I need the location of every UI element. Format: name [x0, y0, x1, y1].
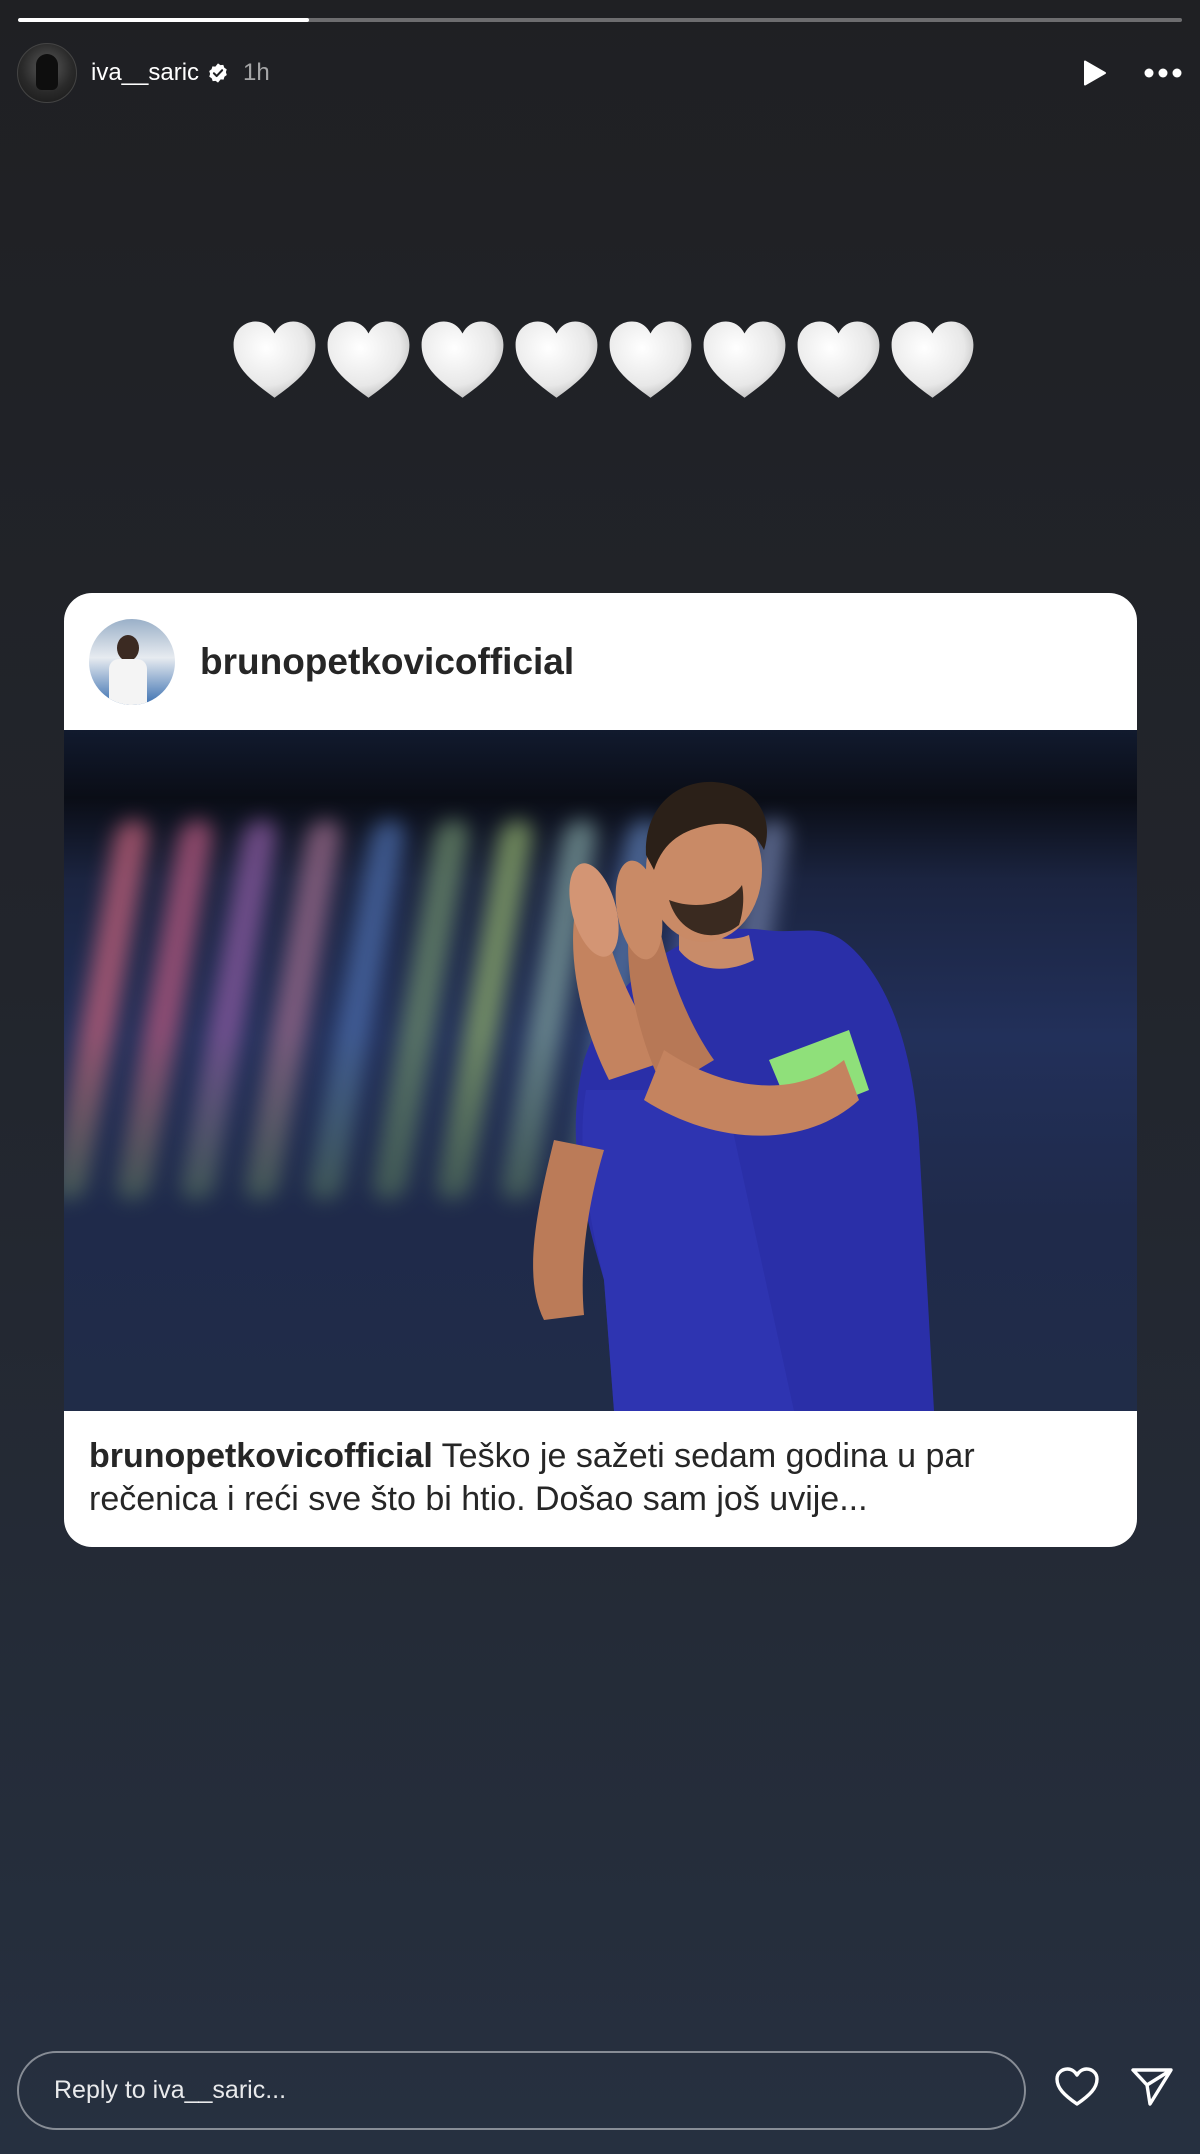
avatar[interactable] — [17, 43, 77, 103]
caption-author: brunopetkovicofficial — [89, 1437, 433, 1475]
white-heart-icon — [891, 321, 974, 398]
send-icon[interactable] — [1130, 2066, 1174, 2108]
heart-icon[interactable] — [1054, 2066, 1100, 2108]
white-heart-icon — [421, 321, 504, 398]
white-heart-icon — [797, 321, 880, 398]
white-heart-icon — [703, 321, 786, 398]
white-heart-icon — [515, 321, 598, 398]
post-author-avatar — [89, 618, 175, 705]
story-header: iva__saric 1h — [17, 42, 1182, 104]
story-progress-fill — [18, 18, 309, 22]
story-username[interactable]: iva__saric — [91, 59, 199, 87]
white-heart-icon — [327, 321, 410, 398]
play-icon[interactable] — [1082, 59, 1108, 87]
post-photo — [64, 730, 1137, 1411]
verified-badge-icon — [207, 62, 229, 84]
hearts-sticker — [228, 314, 979, 407]
shared-post-card[interactable]: brunopetkovicofficial brunopetkovicoffic… — [64, 593, 1137, 1547]
more-icon[interactable] — [1144, 68, 1182, 78]
white-heart-icon — [233, 321, 316, 398]
post-caption: brunopetkovicofficial Teško je sažeti se… — [64, 1411, 1137, 1521]
white-heart-icon — [609, 321, 692, 398]
story-progress-bar — [18, 18, 1182, 22]
story-timestamp: 1h — [243, 59, 270, 86]
reply-placeholder: Reply to iva__saric... — [54, 2076, 287, 2104]
shared-post-header: brunopetkovicofficial — [64, 593, 1137, 730]
reply-input[interactable]: Reply to iva__saric... — [17, 2051, 1026, 2130]
post-author-username: brunopetkovicofficial — [200, 640, 575, 682]
player-figure — [533, 781, 934, 1411]
